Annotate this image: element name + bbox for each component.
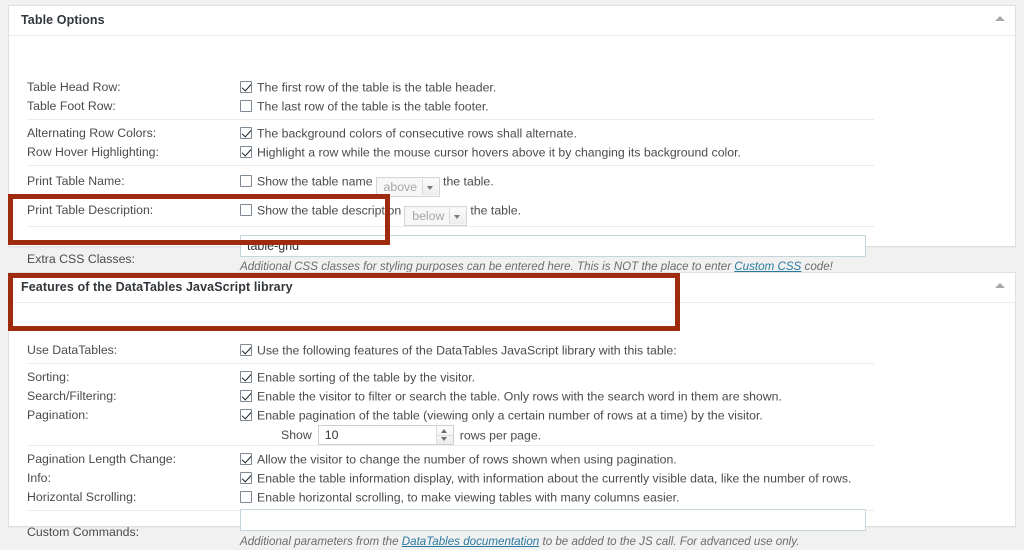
label-alternating-row-colors: Alternating Row Colors: bbox=[27, 126, 157, 140]
label-info: Info: bbox=[27, 471, 51, 485]
label-print-table-description: Print Table Description: bbox=[27, 203, 154, 217]
control-rows-per-page: Show rows per page. bbox=[281, 425, 541, 445]
checkbox-horizontal-scrolling[interactable] bbox=[240, 491, 252, 503]
control-use-datatables: Use the following features of the DataTa… bbox=[240, 341, 677, 360]
extra-css-classes-input[interactable] bbox=[240, 235, 866, 257]
chevron-up-icon[interactable] bbox=[995, 16, 1005, 21]
text-table-foot-row: The last row of the table is the table f… bbox=[257, 99, 489, 114]
text-print-table-description-after: the table. bbox=[470, 203, 521, 218]
control-pagination-length-change: Allow the visitor to change the number o… bbox=[240, 450, 677, 469]
page-root: Table Options Table Head Row: The first … bbox=[0, 0, 1024, 550]
text-print-table-description-before: Show the table description bbox=[257, 203, 402, 218]
checkbox-print-table-description[interactable] bbox=[240, 204, 252, 216]
select-table-name-position[interactable]: above bbox=[375, 177, 441, 197]
spinner-divider bbox=[436, 434, 453, 436]
chevron-down-icon bbox=[449, 208, 466, 224]
datatables-documentation-link[interactable]: DataTables documentation bbox=[402, 535, 540, 548]
row-horizontal-scrolling: Horizontal Scrolling: Enable horizontal … bbox=[9, 488, 1015, 507]
spinner-buttons[interactable] bbox=[435, 426, 453, 444]
text-pagination: Enable pagination of the table (viewing … bbox=[257, 408, 763, 423]
divider-3 bbox=[27, 226, 874, 227]
row-row-hover-highlighting: Row Hover Highlighting: Highlight a row … bbox=[9, 143, 1015, 162]
checkbox-info[interactable] bbox=[240, 472, 252, 484]
divider-2 bbox=[27, 165, 874, 166]
text-horizontal-scrolling: Enable horizontal scrolling, to make vie… bbox=[257, 490, 680, 505]
text-use-datatables: Use the following features of the DataTa… bbox=[257, 343, 677, 358]
checkbox-pagination[interactable] bbox=[240, 409, 252, 421]
row-sorting: Sorting: Enable sorting of the table by … bbox=[9, 368, 1015, 387]
text-search-filtering: Enable the visitor to filter or search t… bbox=[257, 389, 782, 404]
checkbox-alternating-row-colors[interactable] bbox=[240, 127, 252, 139]
desc-custom-commands: Additional parameters from the DataTable… bbox=[240, 535, 799, 548]
divider-4 bbox=[27, 363, 874, 364]
panel-datatables-header: Features of the DataTables JavaScript li… bbox=[9, 273, 1015, 303]
select-table-description-position[interactable]: below bbox=[404, 206, 468, 226]
divider-5 bbox=[27, 445, 874, 446]
control-search-filtering: Enable the visitor to filter or search t… bbox=[240, 387, 782, 406]
desc-custom-commands-part2: to be added to the JS call. For advanced… bbox=[539, 535, 800, 548]
control-table-head-row: The first row of the table is the table … bbox=[240, 78, 496, 97]
row-rows-per-page: Show rows per page. bbox=[9, 423, 1015, 447]
checkbox-pagination-length-change[interactable] bbox=[240, 453, 252, 465]
row-info: Info: Enable the table information displ… bbox=[9, 469, 1015, 488]
panel-table-options: Table Options Table Head Row: The first … bbox=[8, 5, 1016, 273]
label-rows-per-page-suffix: rows per page. bbox=[459, 428, 542, 443]
checkbox-sorting[interactable] bbox=[240, 371, 252, 383]
chevron-up-icon[interactable] bbox=[995, 283, 1005, 288]
label-table-foot-row: Table Foot Row: bbox=[27, 99, 116, 113]
divider-1 bbox=[27, 119, 874, 120]
text-info: Enable the table information display, wi… bbox=[257, 471, 852, 486]
checkbox-search-filtering[interactable] bbox=[240, 390, 252, 402]
row-table-foot-row: Table Foot Row: The last row of the tabl… bbox=[9, 97, 1015, 116]
label-horizontal-scrolling: Horizontal Scrolling: bbox=[27, 490, 137, 504]
row-alternating-row-colors: Alternating Row Colors: The background c… bbox=[9, 124, 1015, 143]
row-use-datatables: Use DataTables: Use the following featur… bbox=[9, 341, 1015, 360]
row-print-table-name: Print Table Name: Show the table name abo… bbox=[9, 170, 1015, 197]
panel-table-options-header: Table Options bbox=[9, 6, 1015, 36]
text-alternating-row-colors: The background colors of consecutive row… bbox=[257, 126, 577, 141]
label-pagination-length-change: Pagination Length Change: bbox=[27, 452, 177, 466]
label-custom-commands: Custom Commands: bbox=[27, 525, 140, 539]
control-print-table-description: Show the table description below the table… bbox=[240, 201, 521, 226]
control-print-table-name: Show the table name above the table. bbox=[240, 172, 494, 197]
desc-custom-commands-part1: Additional parameters from the bbox=[240, 535, 402, 548]
rows-per-page-stepper[interactable] bbox=[317, 425, 454, 445]
text-table-head-row: The first row of the table is the table … bbox=[257, 80, 497, 95]
text-sorting: Enable sorting of the table by the visit… bbox=[257, 370, 476, 385]
checkbox-print-table-name[interactable] bbox=[240, 175, 252, 187]
label-row-hover-highlighting: Row Hover Highlighting: bbox=[27, 145, 159, 159]
control-info: Enable the table information display, wi… bbox=[240, 469, 851, 488]
label-print-table-name: Print Table Name: bbox=[27, 174, 125, 188]
label-search-filtering: Search/Filtering: bbox=[27, 389, 117, 403]
control-table-foot-row: The last row of the table is the table f… bbox=[240, 97, 489, 116]
label-show: Show bbox=[281, 428, 312, 443]
checkbox-use-datatables[interactable] bbox=[240, 344, 252, 356]
label-use-datatables: Use DataTables: bbox=[27, 343, 118, 357]
text-print-table-name-after: the table. bbox=[443, 174, 494, 189]
text-pagination-length-change: Allow the visitor to change the number o… bbox=[257, 452, 677, 467]
control-row-hover-highlighting: Highlight a row while the mouse cursor h… bbox=[240, 143, 741, 162]
control-horizontal-scrolling: Enable horizontal scrolling, to make vie… bbox=[240, 488, 679, 507]
custom-commands-input[interactable] bbox=[240, 509, 866, 531]
checkbox-table-foot-row[interactable] bbox=[240, 100, 252, 112]
row-search-filtering: Search/Filtering: Enable the visitor to … bbox=[9, 387, 1015, 406]
row-pagination-length-change: Pagination Length Change: Allow the visi… bbox=[9, 450, 1015, 469]
label-sorting: Sorting: bbox=[27, 370, 70, 384]
panel-datatables-title: Features of the DataTables JavaScript li… bbox=[21, 280, 293, 294]
text-print-table-name-before: Show the table name bbox=[257, 174, 373, 189]
panel-datatables-features: Features of the DataTables JavaScript li… bbox=[8, 272, 1016, 548]
control-alternating-row-colors: The background colors of consecutive row… bbox=[240, 124, 577, 143]
chevron-down-icon bbox=[422, 179, 439, 195]
panel-table-options-title: Table Options bbox=[21, 13, 105, 27]
label-table-head-row: Table Head Row: bbox=[27, 80, 121, 94]
control-sorting: Enable sorting of the table by the visit… bbox=[240, 368, 475, 387]
row-print-table-description: Print Table Description: Show the table … bbox=[9, 199, 1015, 226]
checkbox-row-hover-highlighting[interactable] bbox=[240, 146, 252, 158]
rows-per-page-input[interactable] bbox=[317, 425, 454, 445]
checkbox-table-head-row[interactable] bbox=[240, 81, 252, 93]
label-extra-css-classes: Extra CSS Classes: bbox=[27, 252, 135, 266]
row-table-head-row: Table Head Row: The first row of the tab… bbox=[9, 78, 1015, 97]
text-row-hover-highlighting: Highlight a row while the mouse cursor h… bbox=[257, 145, 741, 160]
